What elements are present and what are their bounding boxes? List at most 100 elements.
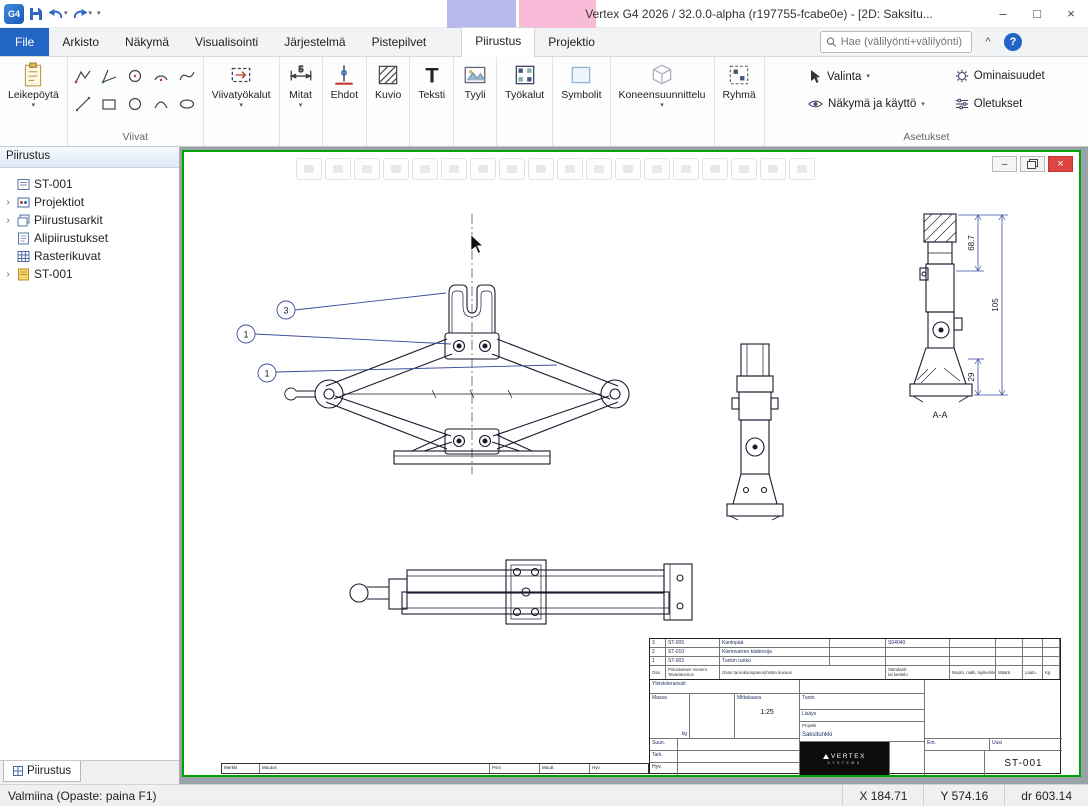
machine-design-button[interactable]: Koneensuunnittelu ▾ — [614, 59, 711, 111]
constraints-button[interactable]: Ehdot — [326, 59, 363, 103]
selection-menu[interactable]: Valinta ▾ — [808, 69, 925, 84]
drawing-window[interactable]: – × — [182, 150, 1081, 777]
balloon-callouts[interactable]: 3 1 1 — [237, 293, 557, 382]
tree-item-alipiirustukset[interactable]: Alipiirustukset — [0, 229, 179, 247]
ribbon-group-ehdot: Ehdot — [323, 57, 367, 146]
group-button[interactable]: Ryhmä — [718, 59, 761, 103]
logo-side-cell — [890, 742, 925, 775]
expander[interactable]: › — [3, 215, 13, 226]
collapse-ribbon-button[interactable]: ^ — [978, 32, 998, 52]
panel-tab-strip: Piirustus — [0, 760, 179, 784]
redo-dropdown-icon[interactable]: ▾ — [89, 10, 93, 17]
search-box[interactable] — [820, 31, 972, 53]
line-tools-grid — [71, 59, 200, 117]
clipboard-icon — [20, 62, 46, 88]
angle-lines-icon[interactable] — [97, 62, 122, 89]
close-button[interactable]: × — [1054, 0, 1088, 27]
model-doc-icon — [17, 268, 30, 281]
tools-button[interactable]: Työkalut — [500, 59, 549, 103]
vertex-logo: VERTEX SYSTEMS — [800, 742, 890, 775]
hatch-label: Kuvio — [375, 89, 401, 101]
dimensions-dropdown-icon[interactable]: ▾ — [299, 102, 303, 109]
checker-value-cell — [678, 751, 800, 763]
tree-item-projektiot[interactable]: › Projektiot — [0, 193, 179, 211]
polyline-icon[interactable] — [71, 62, 96, 89]
circle-center-icon[interactable] — [123, 62, 148, 89]
parts-row: 2ST-010Kiertovarren kädensija — [650, 648, 1060, 657]
ellipse-icon[interactable] — [175, 90, 200, 117]
customize-toolbar-icon[interactable]: ▾ — [97, 10, 101, 17]
help-button[interactable]: ? — [1004, 33, 1022, 51]
redo-button[interactable]: ▾ — [73, 8, 93, 20]
arc-icon[interactable] — [149, 90, 174, 117]
tree-item-piirustusarkit[interactable]: › Piirustusarkit — [0, 211, 179, 229]
status-bar: Valmiina (Opaste: paina F1) X 184.71 Y 5… — [0, 784, 1088, 806]
style-button[interactable]: Tyyli — [457, 59, 493, 103]
front-view[interactable] — [285, 214, 629, 474]
designer-label-cell: Suun. — [650, 739, 678, 751]
ribbon-group-asetukset: Valinta ▾ Näkymä ja käyttö ▾ Ominaisuude… — [765, 57, 1088, 146]
tree-item-st001-model[interactable]: › ST-001 — [0, 265, 179, 283]
line-icon[interactable] — [71, 90, 96, 117]
machine-design-dropdown-icon[interactable]: ▾ — [660, 102, 664, 109]
hatch-button[interactable]: Kuvio — [370, 59, 406, 103]
folded-view[interactable] — [350, 560, 692, 624]
tree-item-rasterikuvat[interactable]: Rasterikuvat — [0, 247, 179, 265]
tab-jarjestelma[interactable]: Järjestelmä — [271, 29, 358, 56]
properties-label: Ominaisuudet — [974, 70, 1045, 82]
spline-icon[interactable] — [175, 62, 200, 89]
text-button[interactable]: T Teksti — [413, 59, 450, 103]
defaults-button[interactable]: Oletukset — [955, 97, 1045, 111]
view-usage-label: Näkymä ja käyttö — [828, 98, 916, 110]
tab-file[interactable]: File — [0, 28, 49, 56]
ribbon: Leikepöytä ▾ Viivat Viivatyökalut ▾ 5 — [0, 57, 1088, 147]
tree-item-label: Piirustusarkit — [34, 213, 103, 227]
arc-center-icon[interactable] — [149, 62, 174, 89]
paste-button[interactable]: Leikepöytä ▾ — [3, 59, 64, 111]
style-icon — [462, 62, 488, 88]
checker-label-cell: Tark. — [650, 751, 678, 763]
search-input[interactable] — [841, 36, 966, 48]
undo-dropdown-icon[interactable]: ▾ — [64, 10, 68, 17]
tab-nakyma[interactable]: Näkymä — [112, 29, 182, 56]
view-usage-menu[interactable]: Näkymä ja käyttö ▾ — [808, 98, 925, 110]
tab-piirustus-active[interactable]: Piirustus — [461, 27, 535, 57]
tree-item-label: ST-001 — [34, 267, 73, 281]
rectangle-icon[interactable] — [97, 90, 122, 117]
view-usage-dropdown-icon[interactable]: ▾ — [921, 101, 925, 108]
selection-dropdown-icon[interactable]: ▾ — [866, 73, 870, 80]
dimension-lines[interactable]: 68.7 105 29 — [956, 215, 1008, 395]
circle-icon[interactable] — [123, 90, 148, 117]
line-tools-dropdown-icon[interactable]: ▾ — [239, 102, 243, 109]
expander[interactable]: › — [3, 269, 13, 280]
project-name-cell: Saksitunkki — [800, 731, 925, 742]
projections-icon — [17, 196, 30, 209]
paste-dropdown-icon[interactable]: ▾ — [32, 102, 36, 109]
tab-arkisto[interactable]: Arkisto — [49, 29, 112, 56]
section-aa-view[interactable]: A-A — [910, 214, 972, 420]
maximize-button[interactable]: □ — [1020, 0, 1054, 27]
app-logo-icon[interactable]: G4 — [4, 4, 24, 24]
svg-text:105: 105 — [991, 298, 1000, 312]
side-view[interactable] — [727, 344, 783, 520]
tree-item-st001-sheet[interactable]: ST-001 — [0, 175, 179, 193]
properties-button[interactable]: Ominaisuudet — [955, 69, 1045, 83]
symbols-button[interactable]: Symbolit — [556, 59, 606, 103]
tab-pistepilvet[interactable]: Pistepilvet — [359, 29, 440, 56]
line-tools-button[interactable]: Viivatyökalut ▾ — [207, 59, 276, 111]
panel-tab-piirustus[interactable]: Piirustus — [3, 761, 81, 782]
save-button[interactable] — [29, 7, 43, 21]
ribbon-group-tyyli: Tyyli — [454, 57, 497, 146]
ribbon-group-viivat: Viivat — [68, 57, 204, 146]
ribbon-group-koneensuunnittelu: Koneensuunnittelu ▾ — [611, 57, 715, 146]
status-message: Valmiina (Opaste: paina F1) — [0, 789, 157, 803]
dimensions-button[interactable]: 5 Mitat ▾ — [283, 59, 319, 111]
drawing-sheet-icon — [17, 178, 30, 191]
addition-cell: Lisäys — [800, 710, 925, 722]
tab-visualisointi[interactable]: Visualisointi — [182, 29, 271, 56]
ribbon-tab-row: File Arkisto Näkymä Visualisointi Järjes… — [0, 28, 1088, 57]
undo-button[interactable]: ▾ — [48, 8, 68, 20]
expander[interactable]: › — [3, 197, 13, 208]
minimize-button[interactable]: – — [986, 0, 1020, 27]
tab-projektio[interactable]: Projektio — [535, 29, 608, 56]
